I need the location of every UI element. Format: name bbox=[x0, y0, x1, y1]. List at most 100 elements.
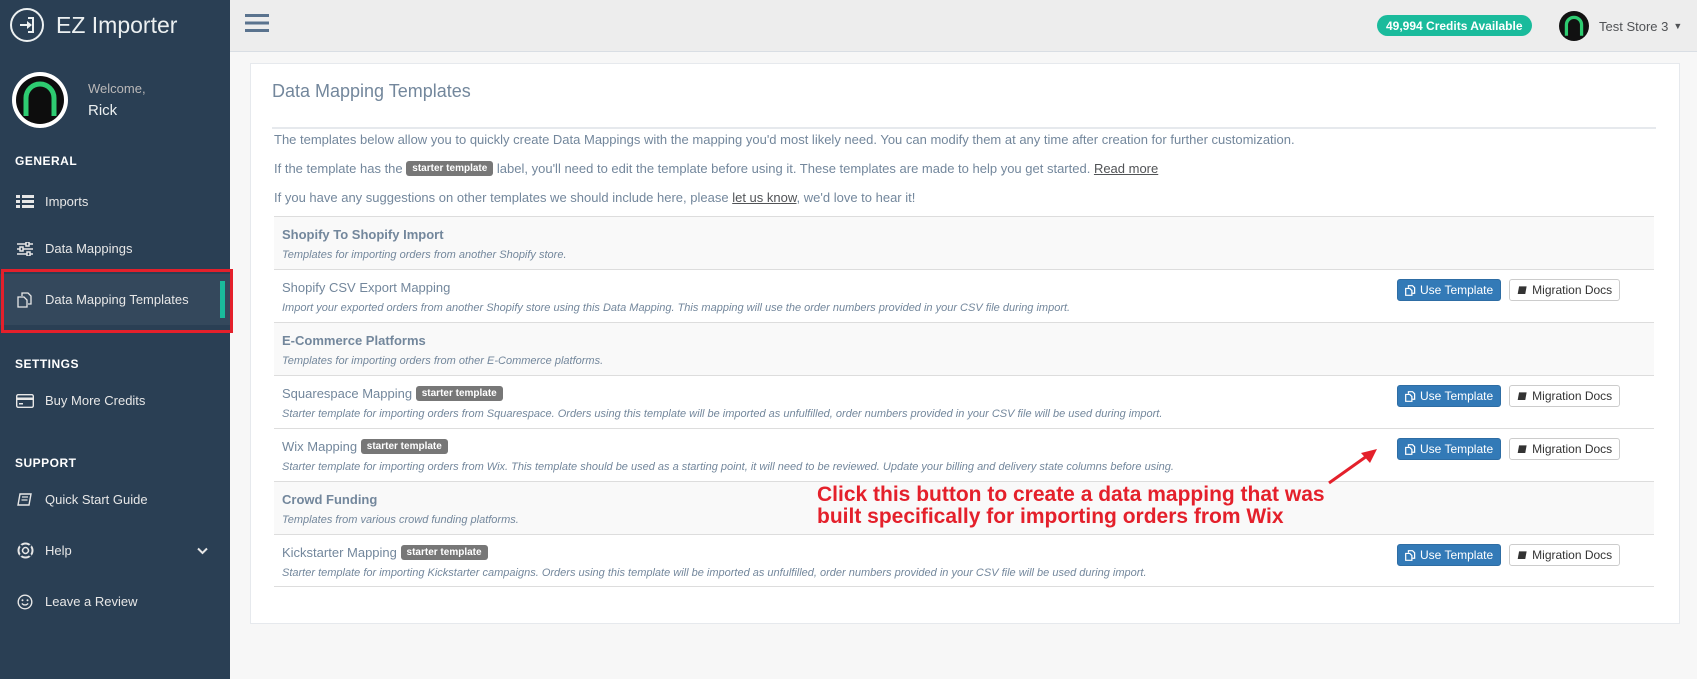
button-label: Use Template bbox=[1420, 442, 1494, 456]
user-avatar bbox=[1559, 11, 1589, 41]
sidebar-item-data-mapping-templates[interactable]: Data Mapping Templates bbox=[0, 274, 230, 325]
annotation-text: Click this button to create a data mappi… bbox=[817, 484, 1377, 528]
sidebar-item-label: Buy More Credits bbox=[45, 393, 146, 408]
book-icon bbox=[1517, 444, 1527, 453]
intro-text-2: If the template has the starter template… bbox=[274, 161, 1158, 177]
table-list-icon bbox=[15, 194, 35, 209]
sidebar-item-data-mappings[interactable]: Data Mappings bbox=[0, 223, 230, 274]
button-label: Migration Docs bbox=[1532, 389, 1613, 403]
user-name: Rick bbox=[88, 102, 118, 119]
button-label: Migration Docs bbox=[1532, 442, 1613, 456]
page-title: Data Mapping Templates bbox=[272, 80, 1656, 129]
group-title: E-Commerce Platforms bbox=[282, 333, 426, 348]
row-actions: Use Template Migration Docs bbox=[1397, 544, 1621, 566]
table-row-group: E-Commerce Platforms Templates for impor… bbox=[274, 322, 1654, 375]
copy-icon bbox=[1405, 284, 1416, 296]
life-ring-icon bbox=[15, 542, 35, 559]
button-label: Use Template bbox=[1420, 548, 1494, 562]
migration-docs-button[interactable]: Migration Docs bbox=[1509, 438, 1621, 460]
template-desc: Starter template for importing orders fr… bbox=[282, 461, 1174, 473]
row-actions: Use Template Migration Docs bbox=[1397, 279, 1621, 301]
table-row-group: Shopify To Shopify Import Templates for … bbox=[274, 216, 1654, 269]
annotation-line-1: Click this button to create a data mappi… bbox=[817, 483, 1325, 506]
user-menu[interactable]: Test Store 3 ▼ bbox=[1559, 11, 1682, 41]
annotation-arrow-icon bbox=[1328, 449, 1377, 485]
credit-card-icon bbox=[15, 393, 35, 408]
sidebar-item-buy-more-credits[interactable]: Buy More Credits bbox=[0, 375, 230, 426]
migration-docs-button[interactable]: Migration Docs bbox=[1509, 279, 1621, 301]
starter-template-badge: starter template bbox=[400, 545, 488, 561]
migration-docs-button[interactable]: Migration Docs bbox=[1509, 385, 1621, 407]
use-template-button[interactable]: Use Template bbox=[1397, 385, 1502, 407]
smiley-icon bbox=[15, 593, 35, 610]
group-desc: Templates from various crowd funding pla… bbox=[282, 514, 519, 526]
section-general: GENERAL bbox=[15, 154, 78, 168]
group-desc: Templates for importing orders from othe… bbox=[282, 355, 604, 367]
chevron-down-icon[interactable] bbox=[197, 543, 208, 558]
button-label: Migration Docs bbox=[1532, 548, 1613, 562]
sidebar-item-leave-a-review[interactable]: Leave a Review bbox=[0, 576, 230, 627]
copy-icon bbox=[1405, 549, 1416, 561]
use-template-button[interactable]: Use Template bbox=[1397, 544, 1502, 566]
starter-template-badge: starter template bbox=[415, 386, 503, 402]
table-row: Wix Mapping starter template Starter tem… bbox=[274, 428, 1654, 481]
sliders-icon bbox=[15, 241, 35, 256]
group-title: Shopify To Shopify Import bbox=[282, 227, 444, 242]
intro-text-3: If you have any suggestions on other tem… bbox=[274, 190, 915, 205]
read-more-link[interactable]: Read more bbox=[1094, 161, 1158, 176]
intro-text: label, you'll need to edit the template … bbox=[496, 161, 1091, 176]
intro-text: If you have any suggestions on other tem… bbox=[274, 190, 729, 205]
let-us-know-link[interactable]: let us know bbox=[732, 190, 796, 205]
sidebar-item-imports[interactable]: Imports bbox=[0, 176, 230, 227]
template-name: Shopify CSV Export Mapping bbox=[282, 280, 451, 295]
starter-template-badge: starter template bbox=[360, 439, 448, 455]
template-name: Wix Mapping bbox=[282, 439, 358, 454]
template-name: Kickstarter Mapping bbox=[282, 545, 397, 560]
book-icon bbox=[1517, 391, 1527, 400]
book-icon bbox=[1517, 285, 1527, 294]
templates-table: Shopify To Shopify Import Templates for … bbox=[274, 216, 1654, 587]
button-label: Use Template bbox=[1420, 283, 1494, 297]
table-row: Kickstarter Mapping starter template Sta… bbox=[274, 534, 1654, 587]
menu-toggle-icon[interactable] bbox=[245, 13, 269, 38]
top-nav: 49,994 Credits Available Test Store 3 ▼ bbox=[230, 0, 1697, 52]
template-desc: Starter template for importing Kickstart… bbox=[282, 567, 1147, 579]
template-title: Kickstarter Mapping starter template bbox=[282, 545, 488, 561]
profile: Welcome, Rick bbox=[0, 50, 230, 150]
template-desc: Import your exported orders from another… bbox=[282, 302, 1071, 314]
sidebar-item-label: Imports bbox=[45, 194, 89, 209]
templates-panel: Data Mapping Templates The templates bel… bbox=[250, 63, 1680, 624]
template-title: Shopify CSV Export Mapping bbox=[282, 280, 450, 295]
copy-icon bbox=[15, 291, 35, 308]
button-label: Migration Docs bbox=[1532, 283, 1613, 297]
brand[interactable]: EZ Importer bbox=[0, 0, 230, 50]
intro-text: If the template has the bbox=[274, 161, 403, 176]
migration-docs-button[interactable]: Migration Docs bbox=[1509, 544, 1621, 566]
row-actions: Use Template Migration Docs bbox=[1397, 385, 1621, 407]
sidebar-item-label: Data Mappings bbox=[45, 241, 133, 256]
section-settings: SETTINGS bbox=[15, 357, 80, 371]
template-title: Wix Mapping starter template bbox=[282, 439, 448, 455]
row-actions: Use Template Migration Docs bbox=[1397, 438, 1621, 460]
credits-badge[interactable]: 49,994 Credits Available bbox=[1377, 15, 1532, 36]
sidebar-item-quick-start-guide[interactable]: Quick Start Guide bbox=[0, 474, 230, 525]
annotation-line-2: built specifically for importing orders … bbox=[817, 505, 1284, 528]
group-desc: Templates for importing orders from anot… bbox=[282, 249, 567, 261]
sidebar-item-help[interactable]: Help bbox=[0, 525, 230, 576]
book-icon bbox=[15, 492, 35, 508]
sidebar: EZ Importer Welcome, Rick GENERAL Import… bbox=[0, 0, 230, 679]
template-title: Squarespace Mapping starter template bbox=[282, 386, 503, 402]
store-name: Test Store 3 bbox=[1599, 18, 1669, 34]
use-template-button[interactable]: Use Template bbox=[1397, 279, 1502, 301]
book-icon bbox=[1517, 550, 1527, 559]
welcome-label: Welcome, bbox=[88, 81, 146, 96]
use-template-button-wix[interactable]: Use Template bbox=[1397, 438, 1502, 460]
table-row: Shopify CSV Export Mapping Import your e… bbox=[274, 269, 1654, 322]
sidebar-item-label: Data Mapping Templates bbox=[45, 292, 189, 307]
template-name: Squarespace Mapping bbox=[282, 386, 413, 401]
section-support: SUPPORT bbox=[15, 456, 77, 470]
button-label: Use Template bbox=[1420, 389, 1494, 403]
avatar bbox=[12, 72, 68, 128]
starter-template-badge: starter template bbox=[406, 161, 494, 177]
sidebar-item-label: Help bbox=[45, 543, 72, 558]
